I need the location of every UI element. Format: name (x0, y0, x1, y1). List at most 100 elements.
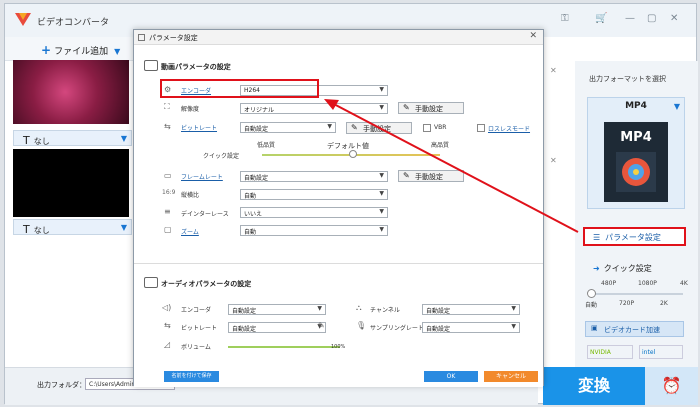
dialog-title: パラメータ設定 (149, 34, 198, 42)
gpu-acceleration-button[interactable]: ▣ ビデオカード加速 (585, 321, 684, 337)
sliders-icon: ☰ (593, 233, 601, 242)
audio-bitrate-select[interactable]: 自動設定 ▼ (228, 322, 326, 333)
quick-label: 4K (680, 280, 688, 287)
samplerate-label: サンプリングレート (370, 325, 424, 332)
manual-label: 手動設定 (415, 173, 443, 181)
video-thumbnail[interactable] (13, 60, 129, 124)
deinterlace-select[interactable]: いいえ ▼ (240, 207, 388, 218)
app-title: ビデオコンバータ (37, 18, 110, 28)
dialog-close-button[interactable]: ✕ (529, 31, 537, 41)
microphone-icon: 🎙 (356, 321, 367, 330)
samplerate-select[interactable]: 自動設定 ▼ (422, 322, 520, 333)
low-quality-label: 低品質 (257, 142, 276, 149)
zoom-value: 自動 (244, 229, 257, 236)
chip-icon: ▣ (591, 324, 598, 332)
close-icon[interactable]: ✕ (550, 156, 557, 165)
alarm-clock-icon[interactable]: ⏰ (645, 367, 698, 405)
audio-settings-icon (144, 277, 158, 288)
volume-slider-track[interactable] (228, 346, 340, 348)
deinterlace-value: いいえ (244, 211, 263, 218)
video-bitrate-label: ビットレート (181, 125, 218, 132)
volume-value: 100% (331, 344, 346, 350)
format-card[interactable]: MP4 ▼ MP4 (587, 97, 685, 209)
section-divider (134, 263, 543, 264)
vbr-checkbox[interactable] (423, 124, 431, 132)
plus-icon: + (41, 43, 52, 57)
intel-logo: intel (639, 345, 683, 359)
manual-label: 手動設定 (363, 125, 391, 133)
channel-select[interactable]: 自動設定 ▼ (422, 304, 520, 315)
format-name: MP4 (625, 101, 647, 111)
channel-icon: ⛬ (356, 303, 362, 312)
framerate-label: フレームレート (181, 174, 223, 181)
save-as-button[interactable]: 名前を付けて保存 (164, 371, 219, 382)
chevron-down-icon: ▼ (120, 223, 127, 232)
quick-settings-title: ➜ クイック設定 (593, 263, 652, 274)
aspect-ratio-select[interactable]: 自動 ▼ (240, 189, 388, 200)
vbr-label: VBR (434, 124, 447, 131)
audio-encoder-select[interactable]: 自動設定 ▼ (228, 304, 326, 315)
dialog-footer: 名前を付けて保存 OK キャンセル (134, 367, 543, 387)
rocket-icon: ➜ (593, 264, 600, 273)
subtitle-value: なし (33, 137, 50, 146)
audio-encoder-value: 自動設定 (232, 308, 257, 315)
subtitle-select[interactable]: T なし ▼ (13, 130, 132, 147)
quick-slider-knob[interactable] (587, 289, 596, 298)
bitrate-manual-button[interactable]: ✎ 手動設定 (346, 122, 412, 134)
cart-icon[interactable]: 🛒 (595, 13, 607, 24)
pencil-icon[interactable]: ✎ (318, 321, 325, 330)
pencil-icon: ✎ (403, 103, 410, 112)
close-icon[interactable]: ✕ (550, 66, 557, 75)
ok-button[interactable]: OK (424, 371, 478, 382)
resolution-label: 解像度 (181, 106, 200, 113)
lossless-checkbox[interactable] (477, 124, 485, 132)
close-button[interactable]: ✕ (670, 13, 678, 24)
key-icon[interactable]: ⚿ (561, 13, 569, 24)
parameter-settings-button[interactable]: ☰ パラメータ設定 (583, 227, 686, 246)
deinterlace-icon: ≡ (164, 207, 171, 216)
encoder-highlight-box (160, 79, 319, 98)
chevron-down-icon: ▼ (317, 305, 322, 312)
aspect-ratio-label: 縦横比 (181, 192, 200, 199)
zoom-select[interactable]: 自動 ▼ (240, 225, 388, 236)
chevron-down-icon: ▼ (511, 323, 516, 330)
bitrate-icon: ⇆ (164, 122, 171, 131)
aspect-ratio-icon: 16:9 (162, 189, 176, 196)
resolution-select[interactable]: オリジナル ▼ (240, 103, 388, 114)
framerate-select[interactable]: 自動設定 ▼ (240, 171, 388, 182)
cancel-button[interactable]: キャンセル (484, 371, 538, 382)
convert-button[interactable]: 変換 (543, 367, 645, 405)
restore-button[interactable]: ▢ (647, 13, 656, 24)
pencil-icon: ✎ (403, 171, 410, 180)
mp4-file-icon: MP4 (604, 122, 668, 202)
mp4-icon-text: MP4 (620, 130, 652, 145)
manual-label: 手動設定 (415, 105, 443, 113)
quick-label: 480P (601, 280, 617, 287)
resolution-manual-button[interactable]: ✎ 手動設定 (398, 102, 464, 114)
video-settings-icon (144, 60, 158, 71)
quality-slider-knob[interactable] (349, 150, 357, 158)
chevron-down-icon: ▼ (379, 226, 384, 233)
quick-slider-track[interactable] (591, 293, 683, 295)
zoom-label: ズーム (181, 229, 199, 236)
subtitle-select[interactable]: T なし ▼ (13, 219, 132, 236)
dialog-title-bar: パラメータ設定 ✕ (134, 30, 543, 45)
video-section-title: 動画パラメータの設定 (161, 63, 231, 71)
chevron-down-icon: ▼ (379, 172, 384, 179)
high-quality-label: 高品質 (431, 142, 450, 149)
audio-bitrate-label: ビットレート (181, 325, 218, 332)
minimize-button[interactable]: — (625, 13, 635, 24)
quick-setting-label: クイック設定 (203, 153, 240, 160)
chevron-down-icon[interactable]: ▼ (114, 47, 120, 56)
volume-label: ボリューム (181, 344, 211, 351)
chevron-down-icon: ▼ (120, 134, 127, 143)
video-bitrate-select[interactable]: 自動設定 ▼ (240, 122, 336, 133)
add-file-button[interactable]: + ファイル追加 ▼ (41, 43, 120, 57)
channel-label: チャンネル (370, 307, 400, 314)
aspect-ratio-value: 自動 (244, 193, 257, 200)
nvidia-logo: NVIDIA (587, 345, 633, 359)
video-thumbnail[interactable] (13, 149, 129, 217)
framerate-manual-button[interactable]: ✎ 手動設定 (398, 170, 464, 182)
text-icon: T (23, 134, 30, 147)
parameter-settings-label: パラメータ設定 (605, 233, 661, 242)
